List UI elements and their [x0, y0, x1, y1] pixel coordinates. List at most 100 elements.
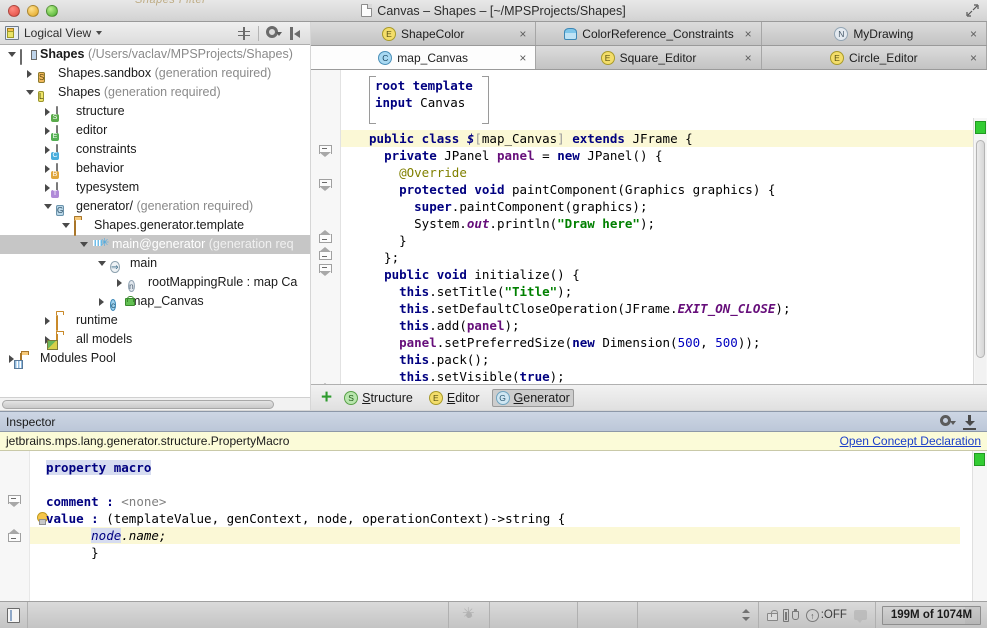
tree-item-main[interactable]: ⇒main [0, 254, 310, 273]
code-line[interactable]: panel.setPreferredSize(new Dimension(500… [341, 334, 987, 351]
inspector-gutter[interactable] [0, 451, 30, 601]
code-line[interactable]: this.add(panel); [341, 317, 987, 334]
code-line[interactable]: protected void paintComponent(Graphics g… [341, 181, 987, 198]
fold-minus-icon[interactable] [319, 179, 332, 192]
editor-tab-shapecolor[interactable]: EShapeColor× [311, 22, 536, 45]
plugin-icon[interactable] [783, 609, 799, 622]
status-cell-3[interactable] [638, 602, 758, 628]
collapse-all-icon[interactable] [234, 23, 254, 43]
close-tab-icon[interactable]: × [745, 29, 752, 39]
maximize-icon[interactable] [966, 4, 979, 17]
tree-twisty-main-generator[interactable] [76, 235, 92, 254]
tree-item-all-models[interactable]: all models [0, 330, 310, 349]
tree-item-constraints[interactable]: Cconstraints [0, 140, 310, 159]
status-icon-group[interactable]: ↑:OFF [759, 602, 876, 628]
close-tab-icon[interactable]: × [970, 53, 977, 63]
editor-tab-square-editor[interactable]: ESquare_Editor× [536, 46, 761, 69]
fold-up-icon[interactable] [319, 230, 332, 243]
tree-item-gen-template[interactable]: Shapes.generator.template [0, 216, 310, 235]
error-stripe-status-icon[interactable] [974, 453, 985, 466]
editor-tabs-row-1[interactable]: EShapeColor×ColorReference_Constraints×N… [311, 22, 987, 46]
add-aspect-button[interactable]: + [321, 388, 332, 407]
tree-item-generator[interactable]: Ggenerator/ (generation required) [0, 197, 310, 216]
code-line[interactable]: this.setVisible(true); [341, 368, 987, 384]
code-line[interactable]: System.out.println("Draw here"); [341, 215, 987, 232]
sun-icon[interactable] [462, 608, 476, 622]
tree-twisty-shapes-language[interactable] [22, 83, 38, 102]
settings-gear-icon[interactable] [263, 23, 283, 43]
tree-item-shapes-language[interactable]: LShapes (generation required) [0, 83, 310, 102]
tree-twisty-map-canvas[interactable] [94, 292, 110, 311]
tree-item-behavior[interactable]: Bbehavior [0, 159, 310, 178]
editor-vscrollbar[interactable] [975, 140, 986, 384]
memory-indicator[interactable]: 199M of 1074M [882, 606, 981, 625]
hide-panel-icon[interactable] [285, 23, 305, 43]
root-template-block[interactable]: root template input Canvas [369, 76, 489, 124]
tree-item-shapes-project[interactable]: Shapes (/Users/vaclav/MPSProjects/Shapes… [0, 45, 310, 64]
code-line[interactable]: public void initialize() { [341, 266, 987, 283]
inspector-code[interactable]: property macro comment : <none>value : (… [30, 451, 960, 601]
scrollbar-thumb[interactable] [976, 140, 985, 358]
tree-twisty-shapes-sandbox[interactable] [22, 64, 38, 83]
inspector-editor[interactable]: property macro comment : <none>value : (… [0, 451, 987, 601]
tree-item-typesystem[interactable]: Ttypesystem [0, 178, 310, 197]
fold-minus-icon[interactable] [8, 495, 21, 508]
updown-arrows-icon[interactable] [742, 608, 750, 622]
code-line[interactable]: this.setDefaultCloseOperation(JFrame.EXI… [341, 300, 987, 317]
project-tree-hscrollbar[interactable] [0, 397, 310, 410]
tree-item-shapes-sandbox[interactable]: SShapes.sandbox (generation required) [0, 64, 310, 83]
scrollbar-thumb[interactable] [2, 400, 274, 409]
project-tree[interactable]: Shapes (/Users/vaclav/MPSProjects/Shapes… [0, 45, 310, 397]
lock-icon[interactable] [767, 610, 776, 621]
tree-item-rootmappingrule[interactable]: nrootMappingRule : map Ca [0, 273, 310, 292]
code-editor[interactable]: root template input Canvas public class … [311, 70, 987, 384]
editor-tab-map-canvas[interactable]: Cmap_Canvas× [311, 46, 536, 69]
tree-twisty-runtime[interactable] [40, 311, 56, 330]
close-tab-icon[interactable]: × [970, 29, 977, 39]
tree-twisty-gen-template[interactable] [58, 216, 74, 235]
aspect-tabs-bar[interactable]: + SStructure EEditor GGenerator [311, 384, 987, 410]
code-line[interactable]: } [341, 232, 987, 249]
logical-view-selector[interactable]: Logical View [0, 22, 102, 44]
editor-tab-circle-editor[interactable]: ECircle_Editor× [762, 46, 987, 69]
tree-item-editor[interactable]: Eeditor [0, 121, 310, 140]
code-line[interactable]: }; [341, 249, 987, 266]
inspector-error-stripe[interactable] [972, 451, 987, 601]
tree-twisty-generator[interactable] [40, 197, 56, 216]
fold-up-icon[interactable] [319, 247, 332, 260]
tree-twisty-main[interactable] [94, 254, 110, 273]
tree-item-main-generator[interactable]: ✳main@generator (generation req [0, 235, 310, 254]
code-line[interactable]: @Override [341, 164, 987, 181]
aspect-tab-editor[interactable]: EEditor [425, 389, 484, 407]
aspect-tab-generator[interactable]: GGenerator [492, 389, 574, 407]
tree-item-modules-pool[interactable]: Modules Pool [0, 349, 310, 368]
fold-minus-icon[interactable] [319, 264, 332, 277]
code-line[interactable]: this.pack(); [341, 351, 987, 368]
document-icon[interactable] [7, 608, 20, 623]
settings-gear-icon[interactable] [937, 413, 957, 431]
editor-gutter[interactable] [311, 70, 341, 384]
code-line[interactable]: this.setTitle("Title"); [341, 283, 987, 300]
tree-item-runtime[interactable]: runtime [0, 311, 310, 330]
aspect-tab-structure[interactable]: SStructure [340, 389, 417, 407]
close-tab-icon[interactable]: × [519, 29, 526, 39]
editor-tabs-row-2[interactable]: Cmap_Canvas×ESquare_Editor×ECircle_Edito… [311, 46, 987, 70]
editor-tab-mydrawing[interactable]: NMyDrawing× [762, 22, 987, 45]
close-tab-icon[interactable]: × [745, 53, 752, 63]
tree-twisty-shapes-project[interactable] [4, 45, 20, 64]
close-tab-icon[interactable]: × [519, 53, 526, 63]
editor-error-stripe[interactable] [973, 118, 987, 384]
hide-inspector-icon[interactable] [960, 413, 980, 431]
status-document-cell[interactable] [0, 602, 28, 628]
tree-item-structure[interactable]: Sstructure [0, 102, 310, 121]
code-lines-container[interactable]: public class $[map_Canvas] extends JFram… [341, 126, 987, 384]
tree-item-map-canvas[interactable]: cmap_Canvas [0, 292, 310, 311]
error-stripe-status-icon[interactable] [975, 121, 986, 134]
message-bubble-icon[interactable] [854, 610, 867, 620]
open-concept-declaration-link[interactable]: Open Concept Declaration [840, 434, 981, 448]
fold-minus-icon[interactable] [319, 145, 332, 158]
fold-up-icon[interactable] [8, 529, 21, 542]
editor-tab-colorreference-constraints[interactable]: ColorReference_Constraints× [536, 22, 761, 45]
tree-twisty-rootmappingrule[interactable] [112, 273, 128, 292]
code-line[interactable]: private JPanel panel = new JPanel() { [341, 147, 987, 164]
